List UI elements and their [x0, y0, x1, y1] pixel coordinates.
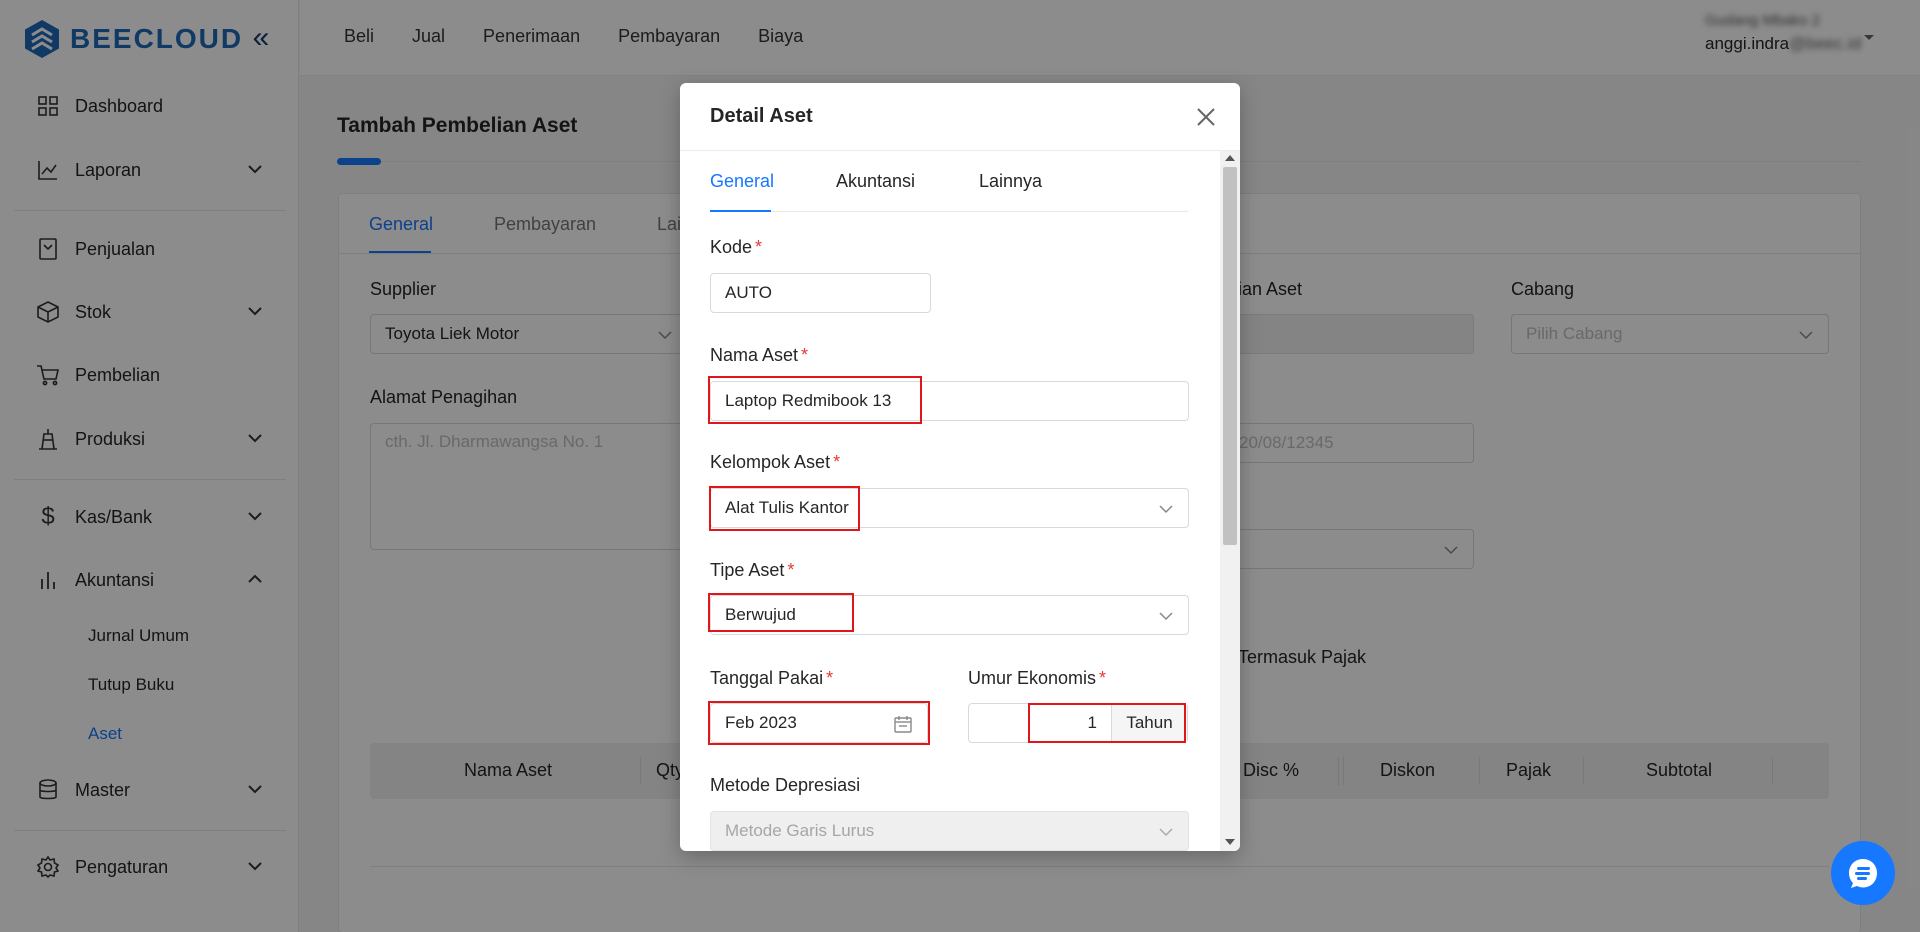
kelompok-aset-label-text: Kelompok Aset — [710, 452, 831, 472]
chat-button[interactable] — [1831, 841, 1895, 905]
modal-header-divider — [680, 150, 1240, 151]
tanggal-pakai-label-text: Tanggal Pakai — [710, 668, 824, 688]
highlight-box — [708, 376, 922, 424]
kelompok-aset-label: Kelompok Aset * — [710, 452, 840, 473]
highlight-box — [708, 701, 930, 745]
tanggal-pakai-label: Tanggal Pakai * — [710, 668, 833, 689]
nama-aset-label: Nama Aset * — [710, 345, 808, 366]
tipe-aset-label: Tipe Aset * — [710, 560, 794, 581]
tipe-aset-label-text: Tipe Aset — [710, 560, 785, 580]
modal-tab-general[interactable]: General — [710, 171, 774, 192]
metode-depresiasi-label: Metode Depresiasi — [710, 775, 861, 795]
required-mark: * — [833, 452, 841, 472]
modal-tab-ink — [710, 210, 771, 212]
kode-label-text: Kode — [710, 237, 753, 257]
required-mark: * — [755, 237, 763, 257]
kode-label: Kode * — [710, 237, 762, 258]
required-mark: * — [787, 560, 795, 580]
modal-scrollbar[interactable] — [1220, 151, 1240, 851]
metode-depresiasi-select: Metode Garis Lurus — [710, 811, 1189, 851]
highlight-box — [708, 593, 854, 632]
chevron-down-icon — [1159, 612, 1173, 621]
scroll-thumb[interactable] — [1223, 167, 1237, 545]
scroll-down-icon[interactable] — [1225, 839, 1235, 845]
modal-tabs-divider — [710, 211, 1188, 212]
chevron-down-icon — [1159, 505, 1173, 514]
umur-ekonomis-label: Umur Ekonomis * — [968, 668, 1106, 689]
metode-depresiasi-value: Metode Garis Lurus — [725, 821, 875, 840]
highlight-box — [709, 486, 860, 531]
close-icon[interactable] — [1194, 105, 1218, 129]
nama-aset-label-text: Nama Aset — [710, 345, 799, 365]
required-mark: * — [801, 345, 809, 365]
scroll-up-icon[interactable] — [1225, 155, 1235, 161]
detail-aset-modal: Detail Aset General Akuntansi Lainnya Ko… — [680, 83, 1240, 851]
highlight-box — [1028, 703, 1186, 743]
modal-tab-lainnya[interactable]: Lainnya — [979, 171, 1042, 192]
required-mark: * — [1099, 668, 1107, 688]
umur-ekonomis-label-text: Umur Ekonomis — [968, 668, 1097, 688]
modal-title: Detail Aset — [710, 105, 813, 127]
kode-input[interactable]: AUTO — [710, 273, 931, 313]
modal-tab-akuntansi[interactable]: Akuntansi — [836, 171, 915, 192]
chevron-down-icon — [1159, 828, 1173, 837]
required-mark: * — [826, 668, 834, 688]
kode-value: AUTO — [725, 283, 772, 302]
chat-icon — [1849, 859, 1877, 888]
